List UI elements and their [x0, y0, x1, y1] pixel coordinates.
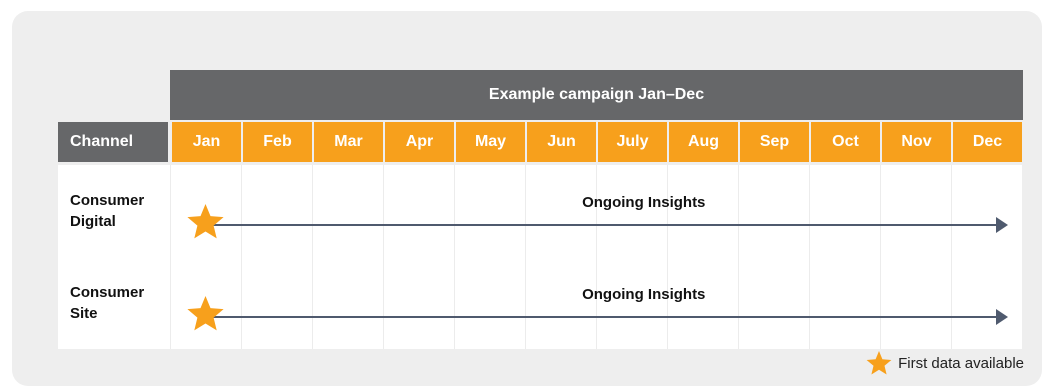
arrow-head-icon [996, 217, 1008, 233]
star-icon [187, 296, 224, 331]
month-header-sep: Sep [738, 122, 809, 162]
month-header-apr: Apr [383, 122, 454, 162]
month-header-dec: Dec [951, 122, 1022, 162]
timeline-overlay [187, 204, 1008, 331]
timeline-bar-label: Ongoing Insights [582, 286, 706, 303]
month-header-mar: Mar [312, 122, 383, 162]
month-header-oct: Oct [809, 122, 880, 162]
timeline-bar-label: Ongoing Insights [582, 194, 706, 211]
month-header-jun: Jun [525, 122, 596, 162]
timeline-panel: Example campaign Jan–Dec Channel Jan Feb M… [12, 11, 1042, 386]
month-header-nov: Nov [880, 122, 951, 162]
timeline-grid: Example campaign Jan–Dec Channel Jan Feb M… [58, 70, 1023, 349]
star-icon [187, 204, 224, 239]
star-icon [866, 351, 892, 375]
legend: First data available [866, 350, 1024, 376]
timeline-body: Consumer Digital Consumer Site Ongoing In… [58, 165, 1023, 349]
legend-label: First data available [898, 354, 1024, 372]
campaign-title: Example campaign Jan–Dec [170, 70, 1023, 120]
top-left-blank [58, 70, 170, 120]
month-header-jan: Jan [170, 122, 241, 162]
month-header-july: July [596, 122, 667, 162]
channel-header: Channel [58, 122, 170, 162]
month-header-feb: Feb [241, 122, 312, 162]
arrow-head-icon [996, 309, 1008, 325]
month-header-may: May [454, 122, 525, 162]
month-header-aug: Aug [667, 122, 738, 162]
